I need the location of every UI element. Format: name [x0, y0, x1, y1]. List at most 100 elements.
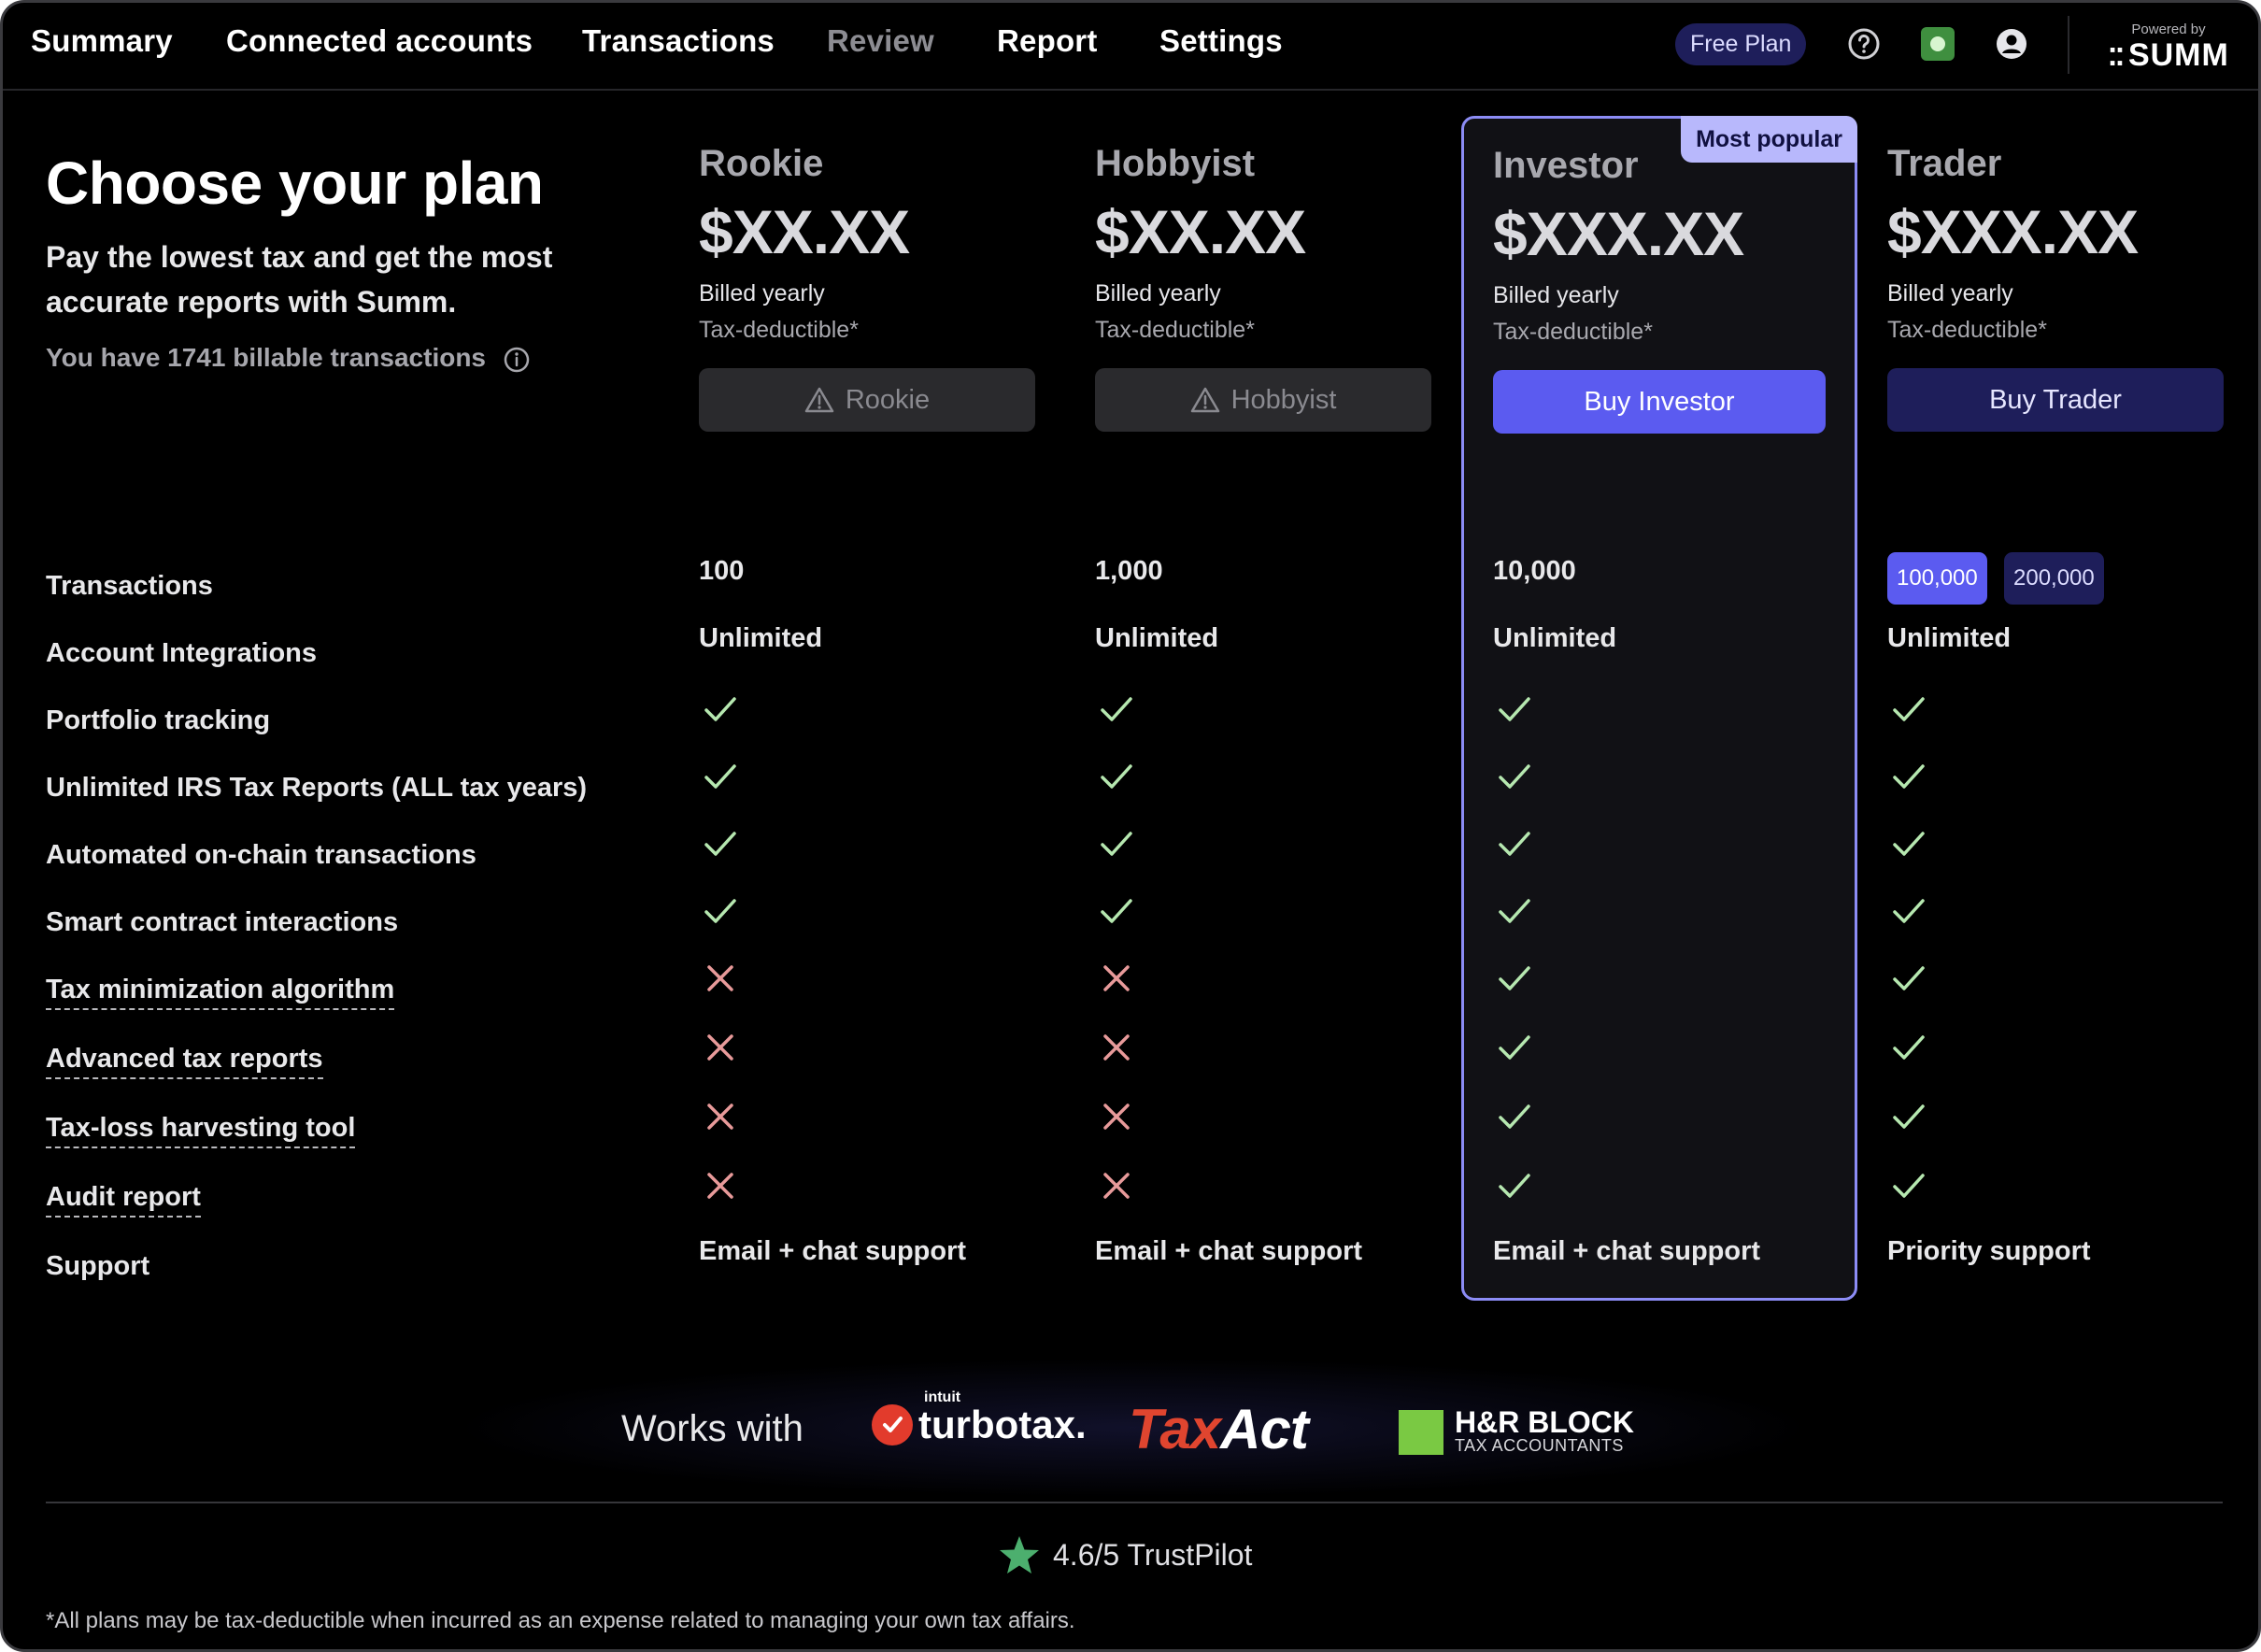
investor-check-icon	[1499, 832, 1530, 856]
nav-transactions[interactable]: Transactions	[582, 23, 775, 59]
feature-label-tax-minimization[interactable]: Tax minimization algorithm	[46, 975, 395, 1010]
investor-check-icon	[1499, 1035, 1530, 1060]
hrblock-square-icon	[1399, 1409, 1443, 1455]
plan-tax-note: Tax-deductible*	[699, 317, 859, 343]
feature-label-advanced-reports[interactable]: Advanced tax reports	[46, 1044, 323, 1079]
buy-trader-button[interactable]: Buy Trader	[1887, 368, 2224, 432]
trader-check-icon	[1893, 1174, 1925, 1198]
feature-label-audit-report[interactable]: Audit report	[46, 1182, 201, 1218]
feature-label-smart-contracts: Smart contract interactions	[46, 907, 399, 937]
feature-label-transactions: Transactions	[46, 571, 213, 601]
feature-label-irs-reports: Unlimited IRS Tax Reports (ALL tax years…	[46, 773, 588, 803]
trustpilot-rating[interactable]: 4.6/5 TrustPilot	[999, 1535, 1252, 1574]
investor-check-icon	[1499, 764, 1530, 789]
trader-check-icon	[1893, 899, 1925, 923]
trader-support: Priority support	[1887, 1236, 2091, 1266]
plan-price: $XXX.XX	[1493, 199, 1744, 268]
hrblock-name: H&R BLOCK	[1455, 1405, 1634, 1439]
nav-report[interactable]: Report	[997, 23, 1098, 59]
plan-billing: Billed yearly	[1493, 282, 1619, 308]
taxact-tax: Tax	[1129, 1398, 1221, 1460]
hobbyist-check-icon	[1101, 697, 1132, 721]
nav-review[interactable]: Review	[827, 23, 934, 59]
billable-text: You have 1741 billable transactions	[46, 343, 486, 372]
plan-name: Rookie	[699, 143, 824, 184]
app-window: Summary Connected accounts Transactions …	[0, 0, 2261, 1652]
button-label: Hobbyist	[1230, 384, 1337, 415]
button-label: Buy Investor	[1584, 386, 1735, 417]
nav-connected-accounts[interactable]: Connected accounts	[226, 23, 533, 59]
trader-check-icon	[1893, 966, 1925, 990]
nav-settings[interactable]: Settings	[1159, 23, 1283, 59]
hobbyist-integrations: Unlimited	[1095, 623, 1219, 653]
trader-check-icon	[1893, 1104, 1925, 1129]
warning-icon	[804, 387, 834, 413]
warning-icon	[1190, 387, 1219, 413]
hobbyist-cross-icon	[1103, 1173, 1130, 1199]
plan-name: Investor	[1493, 145, 1639, 186]
taxact-act: Act	[1220, 1398, 1309, 1460]
feature-label-portfolio-tracking: Portfolio tracking	[46, 705, 271, 735]
button-label: Buy Trader	[1989, 384, 2122, 415]
feature-label-onchain: Automated on-chain transactions	[46, 840, 476, 870]
investor-check-icon	[1499, 1174, 1530, 1198]
hrblock-sub: TAX ACCOUNTANTS	[1455, 1436, 1624, 1455]
plan-price: $XX.XX	[1095, 197, 1306, 266]
page-title: Choose your plan	[46, 150, 544, 217]
rookie-button[interactable]: Rookie	[699, 368, 1035, 432]
nav-summary[interactable]: Summary	[31, 23, 173, 59]
investor-check-icon	[1499, 1104, 1530, 1129]
buy-investor-button[interactable]: Buy Investor	[1493, 370, 1826, 434]
trustpilot-text: 4.6/5 TrustPilot	[1053, 1537, 1253, 1572]
hobbyist-cross-icon	[1103, 1034, 1130, 1061]
status-indicator-icon[interactable]	[1919, 25, 1956, 63]
feature-label-tax-loss-harvesting[interactable]: Tax-loss harvesting tool	[46, 1113, 356, 1148]
rookie-check-icon	[704, 764, 736, 789]
rookie-cross-icon	[707, 1034, 733, 1061]
rookie-support: Email + chat support	[699, 1236, 967, 1266]
plan-trader: Trader $XXX.XX Billed yearly Tax-deducti…	[1887, 143, 2224, 432]
trader-check-icon	[1893, 832, 1925, 856]
investor-check-icon	[1499, 697, 1530, 721]
plan-rookie: Rookie $XX.XX Billed yearly Tax-deductib…	[699, 143, 1035, 432]
hobbyist-transactions: 1,000	[1095, 556, 1163, 586]
trader-tier-100k[interactable]: 100,000	[1887, 552, 1987, 605]
rookie-cross-icon	[707, 965, 733, 991]
star-icon	[1000, 1536, 1039, 1574]
free-plan-badge[interactable]: Free Plan	[1675, 23, 1807, 65]
brand-name: SUMM	[2127, 37, 2229, 73]
hrblock-logo: H&R BLOCK TAX ACCOUNTANTS	[1399, 1405, 1634, 1456]
trader-check-icon	[1893, 764, 1925, 789]
plan-tax-note: Tax-deductible*	[1887, 317, 2047, 343]
plan-billing: Billed yearly	[1887, 280, 2013, 306]
trader-tier-200k[interactable]: 200,000	[2004, 552, 2104, 605]
hobbyist-check-icon	[1101, 899, 1132, 923]
rookie-integrations: Unlimited	[699, 623, 823, 653]
works-with-label: Works with	[621, 1408, 803, 1449]
summ-logo: ⁚⁚ SUMM	[2094, 37, 2243, 74]
plan-price: $XX.XX	[699, 197, 910, 266]
feature-label-support: Support	[46, 1251, 150, 1281]
help-icon[interactable]	[1845, 25, 1883, 63]
plan-tax-note: Tax-deductible*	[1095, 317, 1255, 343]
investor-check-icon	[1499, 899, 1530, 923]
rookie-check-icon	[704, 697, 736, 721]
rookie-check-icon	[704, 899, 736, 923]
user-account-icon[interactable]	[1993, 25, 2030, 63]
trader-check-icon	[1893, 697, 1925, 721]
billable-transactions: You have 1741 billable transactions	[46, 343, 531, 374]
investor-integrations: Unlimited	[1493, 623, 1617, 653]
nav-divider	[2068, 16, 2069, 74]
intuit-text: intuit	[924, 1389, 961, 1405]
feature-label-account-integrations: Account Integrations	[46, 638, 318, 668]
taxact-logo: TaxAct	[1129, 1397, 1309, 1461]
plan-tax-note: Tax-deductible*	[1493, 319, 1653, 345]
button-label: Rookie	[845, 384, 931, 415]
trader-integrations: Unlimited	[1887, 623, 2012, 653]
plan-hobbyist: Hobbyist $XX.XX Billed yearly Tax-deduct…	[1095, 143, 1431, 432]
hobbyist-button[interactable]: Hobbyist	[1095, 368, 1431, 432]
info-icon[interactable]	[503, 346, 531, 374]
summ-dots-icon: ⁚⁚	[2108, 43, 2125, 71]
investor-transactions: 10,000	[1493, 556, 1576, 586]
plan-investor: Investor $XXX.XX Billed yearly Tax-deduc…	[1493, 145, 1829, 434]
